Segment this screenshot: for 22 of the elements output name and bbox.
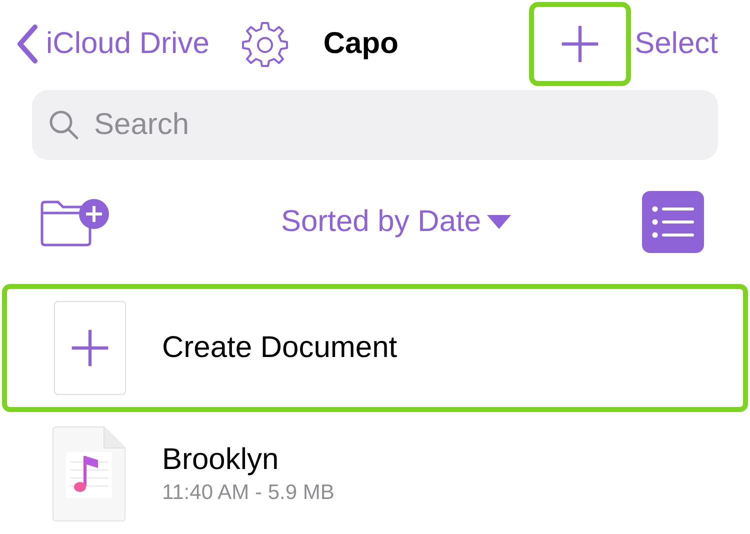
search-field[interactable]: Search bbox=[92, 107, 718, 143]
folder-title: Capo bbox=[323, 27, 398, 61]
search-icon bbox=[48, 109, 80, 141]
item-title: Brooklyn bbox=[162, 443, 280, 477]
document-row[interactable]: Brooklyn 11:40 AM - 5.9 MB bbox=[0, 412, 750, 534]
back-button[interactable]: iCloud Drive bbox=[16, 24, 210, 64]
plus-icon bbox=[560, 24, 600, 64]
add-button[interactable] bbox=[528, 2, 631, 86]
search-bar[interactable]: Search bbox=[32, 90, 718, 160]
item-details: 11:40 AM - 5.9 MB bbox=[162, 481, 334, 505]
item-title: Create Document bbox=[162, 331, 398, 365]
create-document-row[interactable]: Create Document bbox=[2, 284, 748, 412]
settings-icon[interactable] bbox=[241, 20, 290, 68]
list-icon bbox=[651, 206, 695, 238]
plus-icon bbox=[70, 328, 110, 368]
sort-dropdown[interactable]: Sorted by Date bbox=[150, 205, 642, 239]
caret-icon bbox=[487, 215, 512, 229]
select-button[interactable]: Select bbox=[634, 27, 718, 61]
new-folder-icon[interactable] bbox=[40, 197, 110, 247]
music-document-icon bbox=[52, 426, 126, 522]
chevron-left-icon bbox=[16, 24, 38, 64]
list-view-button[interactable] bbox=[642, 191, 704, 253]
